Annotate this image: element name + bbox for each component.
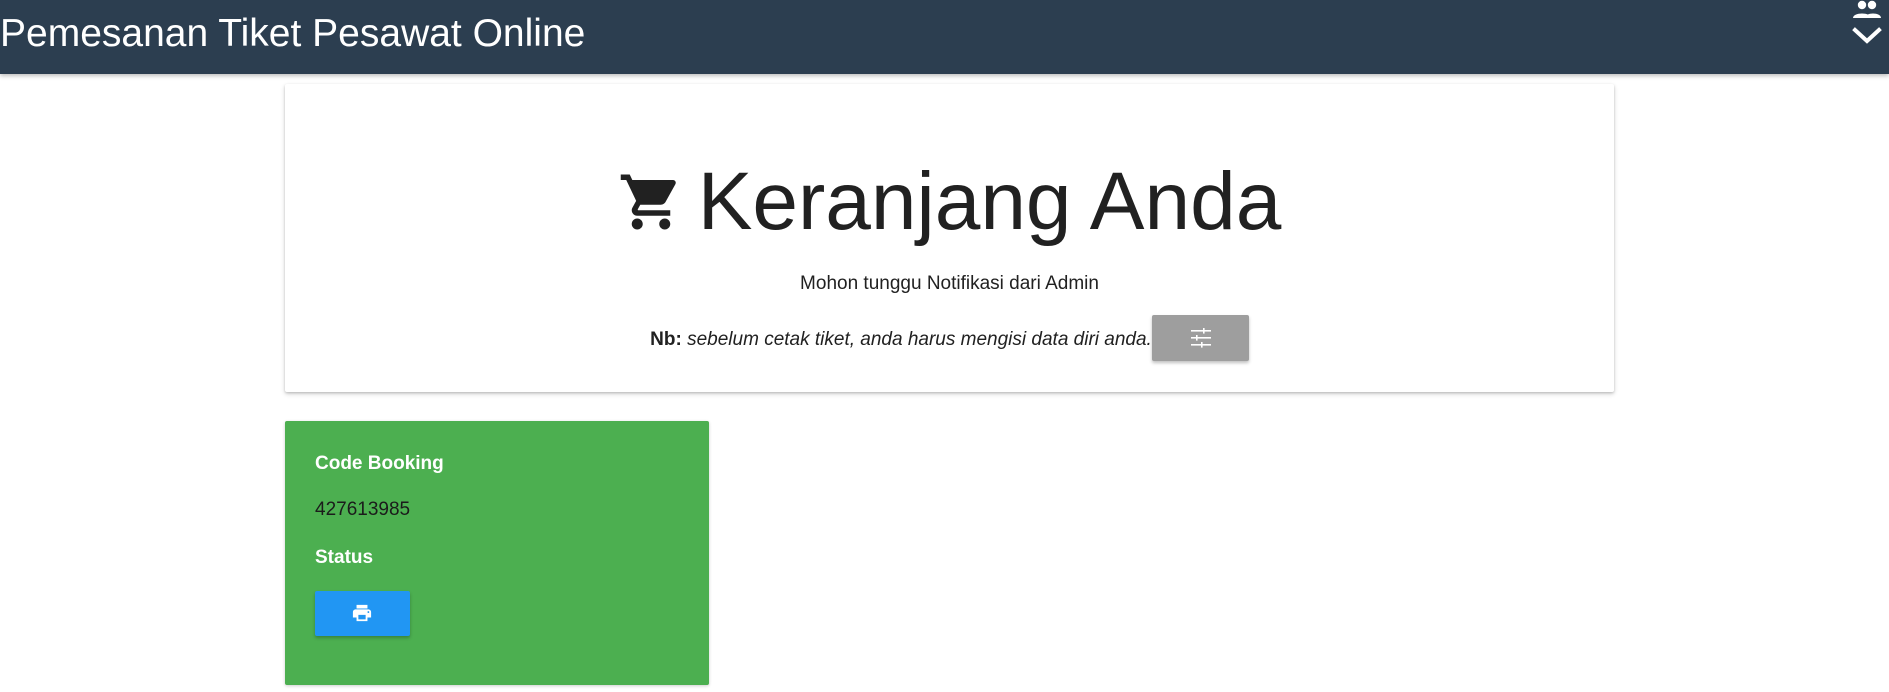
nb-note: Nb: sebelum cetak tiket, anda harus meng… — [285, 315, 1614, 363]
shopping-cart-icon — [618, 158, 684, 258]
nb-label: Nb: — [650, 329, 682, 351]
admin-notice: Mohon tunggu Notifikasi dari Admin — [800, 273, 1099, 294]
nb-text: sebelum cetak tiket, anda harus mengisi … — [687, 329, 1152, 351]
account-group-icon — [1851, 0, 1883, 22]
status-label: Status — [315, 547, 374, 568]
code-booking-label: Code Booking — [315, 453, 444, 474]
tune-sliders-icon — [1190, 328, 1211, 348]
top-navbar: Pemesanan Tiket Pesawat Online — [0, 0, 1889, 74]
code-booking-value: 427613985 — [315, 499, 411, 520]
app-title[interactable]: Pemesanan Tiket Pesawat Online — [0, 10, 585, 58]
personal-data-button[interactable] — [1151, 315, 1249, 361]
print-ticket-button[interactable] — [315, 591, 410, 636]
cart-heading: Keranjang Anda — [285, 152, 1614, 258]
account-menu[interactable] — [1851, 0, 1883, 52]
print-icon — [352, 604, 372, 622]
cart-title-text: Keranjang Anda — [697, 156, 1282, 247]
chevron-down-icon — [1851, 22, 1883, 48]
cart-card: Keranjang Anda Mohon tunggu Notifikasi d… — [285, 84, 1614, 392]
